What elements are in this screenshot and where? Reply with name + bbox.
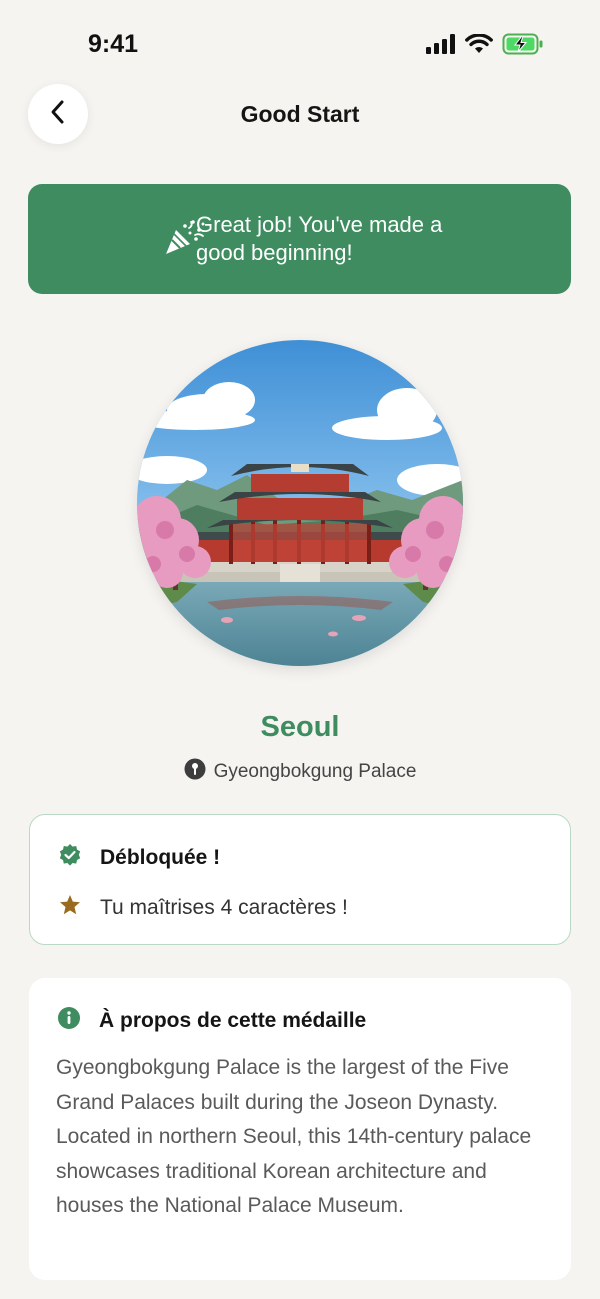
page-title: Good Start [240,101,360,127]
wifi-icon [465,34,493,54]
location-name: Gyeongbokgung Palace [213,761,417,782]
verified-badge-icon [58,843,82,872]
about-header: À propos de cette médaille [57,1006,366,1035]
status-time: 9:41 [88,30,139,58]
achievement-text: Tu maîtrises 4 caractères ! [100,895,348,919]
map-pin-icon [184,758,206,786]
medal-location: Gyeongbokgung Palace [0,758,600,786]
status-bar: 9:41 [0,0,600,88]
signal-icon [426,34,456,54]
star-icon [58,893,82,922]
about-card: À propos de cette médaille Gyeongbokgung… [29,978,571,1280]
congrats-banner: Great job! You've made a good beginning! [28,184,571,294]
medal-image [137,340,463,666]
party-popper-icon [163,218,207,263]
unlocked-title: Débloquée ! [100,845,221,869]
unlocked-card: Débloquée ! Tu maîtrises 4 caractères ! [29,814,571,945]
medal-city: Seoul [260,711,340,743]
medal-detail-screen: 9:41 Good Start Great job! You've made a… [0,0,600,1299]
info-icon [57,1006,81,1035]
unlocked-status-row: Débloquée ! [58,843,220,872]
about-title: À propos de cette médaille [99,1008,367,1032]
battery-charging-icon [502,33,544,55]
about-description: Gyeongbokgung Palace is the largest of t… [56,1056,532,1217]
achievement-row: Tu maîtrises 4 caractères ! [58,893,348,922]
status-icons [426,33,544,55]
